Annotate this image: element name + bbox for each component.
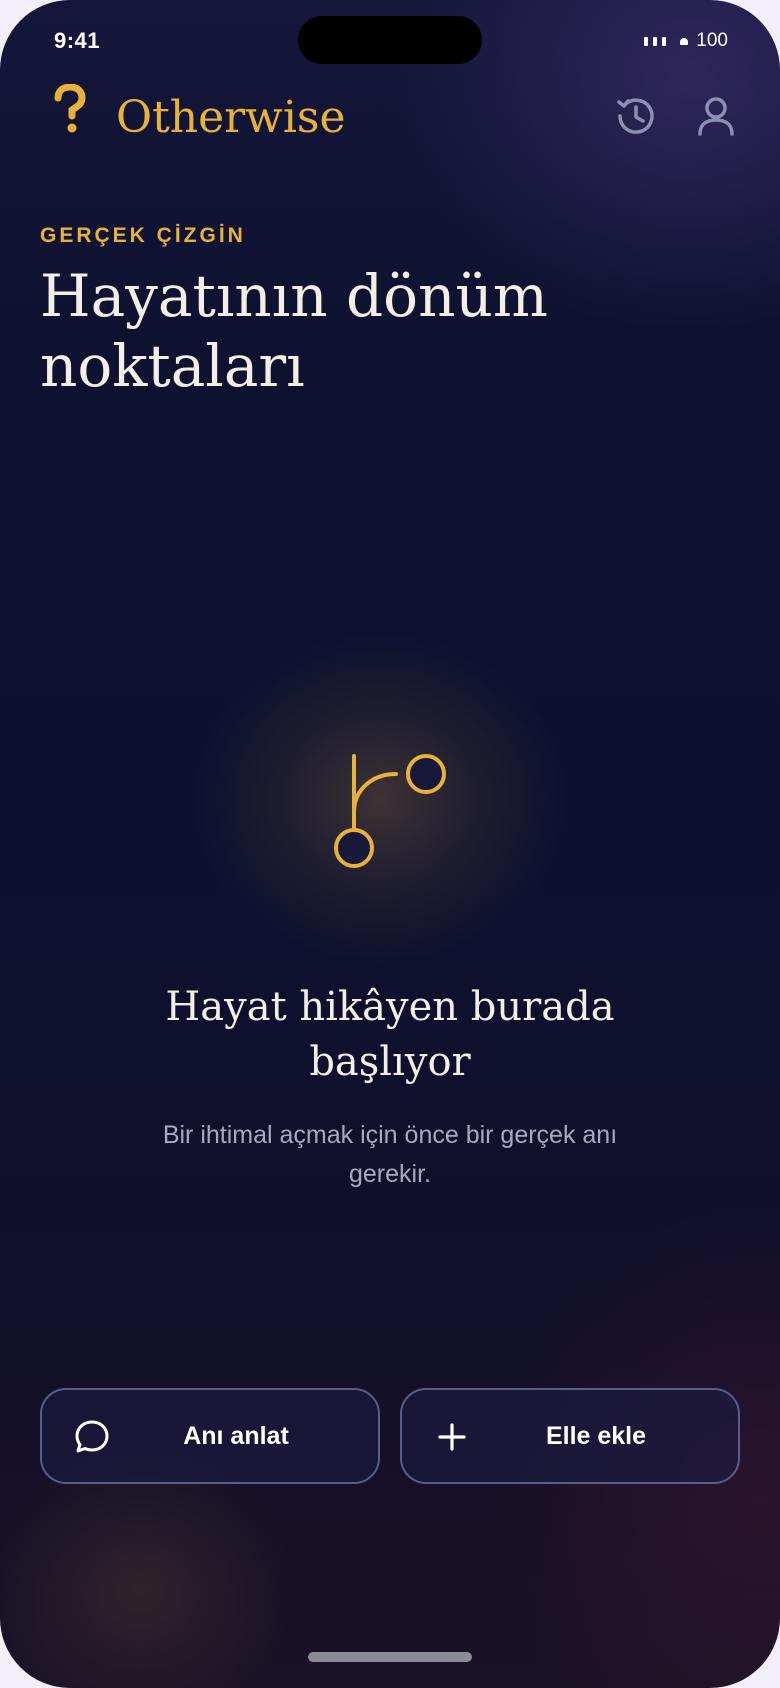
question-mark-icon [54, 84, 86, 133]
app-title: Otherwise [116, 92, 346, 143]
battery-level: 100 [696, 30, 728, 51]
status-time: 9:41 [54, 28, 101, 53]
tell-memory-label: Anı anlat [183, 1421, 289, 1450]
user-icon [698, 97, 734, 136]
tell-memory-button[interactable]: Anı anlat [40, 1388, 380, 1484]
history-icon [617, 98, 654, 134]
add-manually-button[interactable]: Elle ekle [400, 1388, 740, 1484]
empty-state-title: Hayat hikâyen burada başlıyor [165, 984, 615, 1086]
status-indicators: 100 [644, 30, 728, 52]
empty-state-subtitle: Bir ihtimal açmak için önce bir gerçek a… [162, 1121, 618, 1188]
app-screen: 9:41 100 Otherwise GERÇEK ÇİZGİN Hayatın… [0, 0, 780, 1688]
profile-button[interactable] [690, 90, 742, 142]
add-manually-label: Elle ekle [545, 1421, 647, 1450]
branch-icon [334, 754, 446, 868]
wifi-icon [680, 37, 689, 45]
home-indicator[interactable] [308, 1652, 472, 1662]
signal-icon [644, 36, 667, 46]
page-title: Hayatının dönüm noktaları [40, 262, 548, 400]
section-eyebrow: GERÇEK ÇİZGİN [40, 224, 246, 247]
dynamic-island [298, 16, 482, 64]
history-button[interactable] [610, 90, 662, 142]
